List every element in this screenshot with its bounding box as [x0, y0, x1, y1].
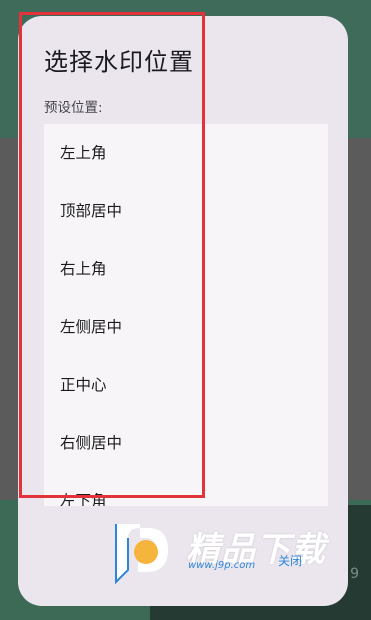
close-link[interactable]: 关闭 — [278, 552, 302, 569]
position-options-list[interactable]: 左上角 顶部居中 右上角 左侧居中 正中心 右侧居中 左下角 — [44, 124, 328, 506]
option-middle-left[interactable]: 左侧居中 — [44, 298, 328, 356]
option-top-center[interactable]: 顶部居中 — [44, 182, 328, 240]
background-number: 9 — [350, 566, 359, 582]
option-top-right[interactable]: 右上角 — [44, 240, 328, 298]
option-center[interactable]: 正中心 — [44, 356, 328, 414]
option-middle-right[interactable]: 右侧居中 — [44, 414, 328, 472]
brand-url: www.j9p.com — [188, 560, 256, 571]
preset-positions-label: 预设位置: — [44, 100, 103, 116]
option-bottom-left[interactable]: 左下角 — [44, 472, 328, 506]
site-watermark: 精品下载 www.j9p.com 关闭 — [110, 518, 340, 588]
option-top-left[interactable]: 左上角 — [44, 124, 328, 182]
dialog-title: 选择水印位置 — [44, 48, 194, 76]
brand-logo-icon — [115, 524, 168, 585]
